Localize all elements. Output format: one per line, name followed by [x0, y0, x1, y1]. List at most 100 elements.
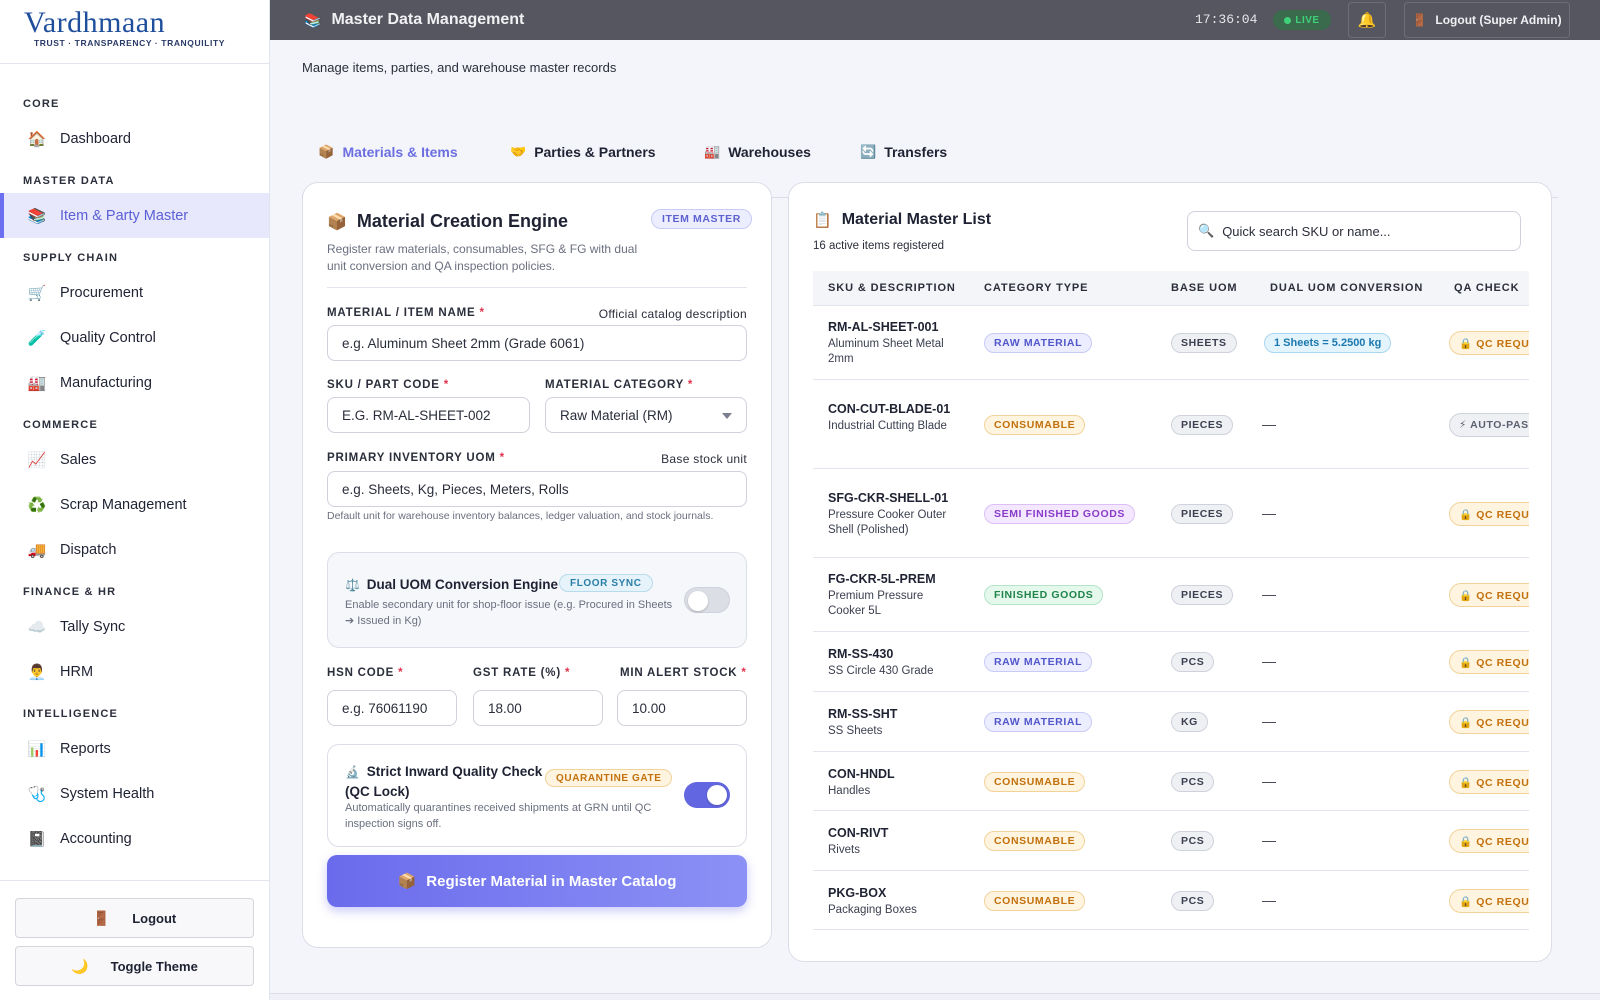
- sidebar-item-quality-control[interactable]: 🧪 Quality Control: [0, 315, 269, 360]
- required-mark: *: [479, 307, 485, 319]
- sidebar-item-label: Tally Sync: [60, 618, 126, 635]
- sku-cell: RM-SS-430 SS Circle 430 Grade: [828, 646, 958, 679]
- brand-logo[interactable]: Vardhmaan TRUST · TRANSPARENCY · TRANQUI…: [0, 0, 269, 64]
- hsn-input[interactable]: e.g. 76061190: [327, 690, 457, 726]
- sidebar-item-item-party-master[interactable]: 📚 Item & Party Master: [0, 193, 269, 238]
- sku-description: Rivets: [828, 844, 860, 856]
- gst-rate-input[interactable]: 18.00: [473, 690, 603, 726]
- base-uom-badge: PCS: [1171, 891, 1215, 911]
- base-uom-badge: SHEETS: [1171, 333, 1237, 353]
- table-row[interactable]: RM-SS-SHT SS Sheets RAW MATERIAL KG — 🔒 QC RE…: [813, 692, 1529, 752]
- chart-up-icon: 📈: [27, 451, 47, 469]
- register-material-button[interactable]: 📦 Register Material in Master Catalog: [327, 855, 747, 907]
- qa-check-badge: 🔒 QC REQUIRED: [1449, 889, 1529, 913]
- column-header-category[interactable]: CATEGORY TYPE: [984, 271, 1088, 306]
- dual-uom-toggle[interactable]: [684, 587, 730, 613]
- sku-description: Handles: [828, 785, 871, 797]
- toggle-theme-button[interactable]: 🌙 Toggle Theme: [15, 946, 254, 986]
- factory-icon: 🏭: [27, 374, 47, 392]
- stethoscope-icon: 🩺: [27, 785, 47, 803]
- required-mark: *: [741, 667, 747, 679]
- material-name-label: MATERIAL / ITEM NAME *: [327, 307, 485, 319]
- table-row[interactable]: FG-CKR-5L-PREM Premium Pressure Cooker 5L…: [813, 558, 1529, 632]
- sidebar-item-label: Scrap Management: [60, 496, 187, 513]
- dual-uom-title: ⚖️ Dual UOM Conversion Engine: [345, 575, 558, 595]
- uom-note: Default unit for warehouse inventory bal…: [327, 510, 714, 522]
- card-title-text: Material Creation Engine: [356, 211, 568, 231]
- table-row[interactable]: CON-CUT-BLADE-01 Industrial Cutting Blade…: [813, 380, 1529, 469]
- column-header-qa-check[interactable]: QA CHECK: [1454, 271, 1519, 306]
- package-icon: 📦: [327, 213, 347, 231]
- nav-section-master-data: MASTER DATA: [23, 175, 115, 187]
- min-alert-stock-input[interactable]: 10.00: [617, 690, 747, 726]
- sidebar-item-label: Quality Control: [60, 329, 156, 346]
- sidebar-item-label: Dispatch: [60, 541, 117, 558]
- sku-code: CON-RIVT: [828, 826, 889, 840]
- sku-description: Premium Pressure Cooker 5L: [828, 590, 924, 617]
- base-uom-badge: KG: [1171, 712, 1208, 732]
- qa-check-badge: 🔒 QC REQUIRED: [1449, 710, 1529, 734]
- sku-code: RM-SS-430: [828, 647, 894, 661]
- table-row[interactable]: PKG-BOX Packaging Boxes CONSUMABLE PCS — 🔒 QC…: [813, 871, 1529, 930]
- category-badge: CONSUMABLE: [984, 891, 1086, 911]
- search-input[interactable]: 🔍 Quick search SKU or name...: [1187, 211, 1521, 251]
- category-select[interactable]: Raw Material (RM): [545, 397, 747, 433]
- sku-input[interactable]: E.G. RM-AL-SHEET-002: [327, 397, 530, 433]
- qa-check-badge: 🔒 QC REQUIRED: [1449, 650, 1529, 674]
- base-uom-badge: PCS: [1171, 652, 1215, 672]
- sidebar-item-hrm[interactable]: 👨‍💼 HRM: [0, 649, 269, 694]
- main-content: Manage items, parties, and warehouse mas…: [270, 40, 1600, 1000]
- notifications-button[interactable]: 🔔: [1348, 2, 1386, 38]
- nav-section-commerce: COMMERCE: [23, 419, 98, 431]
- category-badge: CONSUMABLE: [984, 415, 1086, 435]
- sku-cell: CON-RIVT Rivets: [828, 825, 958, 858]
- sidebar-item-label: Dashboard: [60, 130, 131, 147]
- uom-label: PRIMARY INVENTORY UOM *: [327, 452, 505, 464]
- category-badge: RAW MATERIAL: [984, 712, 1093, 732]
- sidebar-logout-button[interactable]: 🚪 Logout: [15, 898, 254, 938]
- sidebar-item-dashboard[interactable]: 🏠 Dashboard: [0, 116, 269, 161]
- base-uom-badge: PIECES: [1171, 585, 1234, 605]
- label-text: GST RATE (%): [473, 667, 561, 679]
- sidebar-item-procurement[interactable]: 🛒 Procurement: [0, 270, 269, 315]
- books-icon: 📚: [27, 207, 47, 225]
- gst-label: GST RATE (%) *: [473, 667, 570, 679]
- qa-check-badge: 🔒 QC REQUIRED: [1449, 502, 1529, 526]
- sidebar-item-dispatch[interactable]: 🚚 Dispatch: [0, 527, 269, 572]
- person-icon: 👨‍💼: [27, 663, 47, 681]
- truck-icon: 🚚: [27, 541, 47, 559]
- qc-lock-toggle[interactable]: [684, 782, 730, 808]
- table-row[interactable]: RM-AL-SHEET-001 Aluminum Sheet Metal 2mm R…: [813, 306, 1529, 380]
- table-row[interactable]: SFG-CKR-SHELL-01 Pressure Cooker Outer Sh…: [813, 469, 1529, 558]
- column-header-dual-uom[interactable]: DUAL UOM CONVERSION: [1270, 271, 1423, 306]
- sidebar-item-system-health[interactable]: 🩺 System Health: [0, 771, 269, 816]
- category-label: MATERIAL CATEGORY *: [545, 379, 693, 391]
- sidebar-item-scrap-management[interactable]: ♻️ Scrap Management: [0, 482, 269, 527]
- logout-super-admin-button[interactable]: 🚪 Logout (Super Admin): [1404, 2, 1570, 38]
- column-header-sku[interactable]: SKU & DESCRIPTION: [828, 271, 956, 306]
- sku-code: FG-CKR-5L-PREM: [828, 572, 936, 586]
- conversion-badge: 1 Sheets = 5.2500 kg: [1264, 333, 1392, 353]
- conversion-empty: —: [1262, 586, 1276, 602]
- dual-uom-title-text: Dual UOM Conversion Engine: [366, 577, 558, 592]
- sku-cell: PKG-BOX Packaging Boxes: [828, 885, 958, 918]
- conversion-empty: —: [1262, 773, 1276, 789]
- sidebar-item-accounting[interactable]: 📓 Accounting: [0, 816, 269, 861]
- nav-section-intelligence: INTELLIGENCE: [23, 708, 119, 720]
- search-placeholder: Quick search SKU or name...: [1222, 223, 1391, 239]
- conversion-empty: —: [1262, 713, 1276, 729]
- table-row[interactable]: CON-RIVT Rivets CONSUMABLE PCS — 🔒 QC REQUIRE…: [813, 811, 1529, 871]
- sidebar-item-sales[interactable]: 📈 Sales: [0, 437, 269, 482]
- material-name-input[interactable]: e.g. Aluminum Sheet 2mm (Grade 6061): [327, 325, 747, 361]
- table-row[interactable]: RM-SS-430 SS Circle 430 Grade RAW MATERIAL…: [813, 632, 1529, 692]
- search-icon: 🔍: [1198, 223, 1215, 238]
- sku-code: PKG-BOX: [828, 886, 887, 900]
- uom-input[interactable]: e.g. Sheets, Kg, Pieces, Meters, Rolls: [327, 471, 747, 507]
- material-table: SKU & DESCRIPTION CATEGORY TYPE BASE UOM…: [813, 271, 1529, 951]
- sku-cell: RM-SS-SHT SS Sheets: [828, 706, 958, 739]
- sidebar-item-reports[interactable]: 📊 Reports: [0, 726, 269, 771]
- sidebar-item-tally-sync[interactable]: ☁️ Tally Sync: [0, 604, 269, 649]
- column-header-base-uom[interactable]: BASE UOM: [1171, 271, 1237, 306]
- table-row[interactable]: CON-HNDL Handles CONSUMABLE PCS — 🔒 QC REQUIR…: [813, 752, 1529, 811]
- sidebar-item-manufacturing[interactable]: 🏭 Manufacturing: [0, 360, 269, 405]
